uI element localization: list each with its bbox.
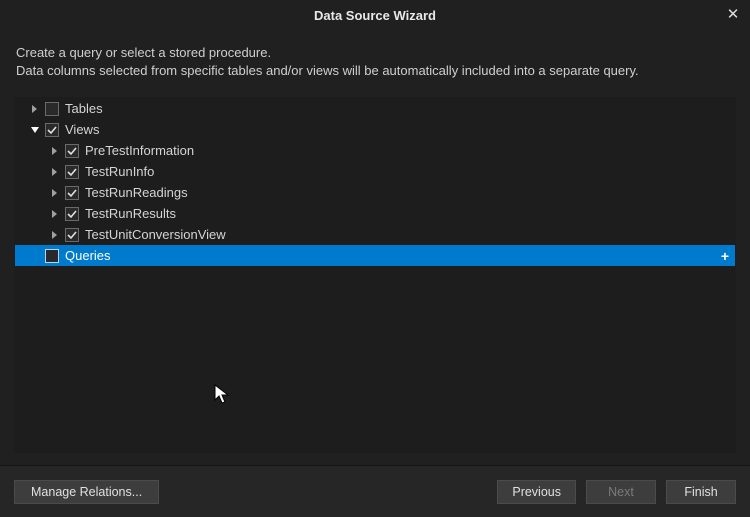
chevron-right-icon[interactable] bbox=[49, 187, 61, 199]
checkbox-queries[interactable] bbox=[45, 249, 59, 263]
chevron-right-icon[interactable] bbox=[49, 208, 61, 220]
checkbox-view[interactable] bbox=[65, 165, 79, 179]
tree-label: TestRunResults bbox=[83, 206, 176, 221]
checkbox-view[interactable] bbox=[65, 186, 79, 200]
object-tree[interactable]: Tables Views PreTestInformation TestRunI… bbox=[14, 97, 736, 453]
footer: Manage Relations... Previous Next Finish bbox=[0, 465, 750, 517]
chevron-right-icon[interactable] bbox=[49, 229, 61, 241]
wizard-description: Create a query or select a stored proced… bbox=[0, 30, 750, 83]
tree-node-views[interactable]: Views bbox=[15, 119, 735, 140]
tree-label: TestRunInfo bbox=[83, 164, 154, 179]
chevron-down-icon[interactable] bbox=[29, 124, 41, 136]
next-button: Next bbox=[586, 480, 656, 504]
description-line-1: Create a query or select a stored proced… bbox=[16, 44, 734, 62]
finish-button[interactable]: Finish bbox=[666, 480, 736, 504]
chevron-right-icon[interactable] bbox=[49, 145, 61, 157]
tree-label: Views bbox=[63, 122, 99, 137]
checkbox-view[interactable] bbox=[65, 207, 79, 221]
tree-label: Queries bbox=[63, 248, 111, 263]
chevron-right-icon[interactable] bbox=[49, 166, 61, 178]
tree-node-view[interactable]: TestRunResults bbox=[15, 203, 735, 224]
checkbox-view[interactable] bbox=[65, 144, 79, 158]
tree-node-view[interactable]: TestRunInfo bbox=[15, 161, 735, 182]
tree-node-queries[interactable]: Queries + bbox=[15, 245, 735, 266]
tree-label: TestUnitConversionView bbox=[83, 227, 226, 242]
tree-node-tables[interactable]: Tables bbox=[15, 98, 735, 119]
checkbox-tables[interactable] bbox=[45, 102, 59, 116]
tree-label: PreTestInformation bbox=[83, 143, 194, 158]
expander-placeholder bbox=[29, 250, 41, 262]
tree-node-view[interactable]: TestUnitConversionView bbox=[15, 224, 735, 245]
previous-button[interactable]: Previous bbox=[497, 480, 576, 504]
checkbox-views[interactable] bbox=[45, 123, 59, 137]
tree-label: Tables bbox=[63, 101, 103, 116]
tree-label: TestRunReadings bbox=[83, 185, 188, 200]
checkbox-view[interactable] bbox=[65, 228, 79, 242]
close-icon[interactable]: ✕ bbox=[724, 5, 742, 23]
description-line-2: Data columns selected from specific tabl… bbox=[16, 62, 734, 80]
chevron-right-icon[interactable] bbox=[29, 103, 41, 115]
window-title: Data Source Wizard bbox=[314, 8, 436, 23]
titlebar: Data Source Wizard ✕ bbox=[0, 0, 750, 30]
tree-node-view[interactable]: PreTestInformation bbox=[15, 140, 735, 161]
manage-relations-button[interactable]: Manage Relations... bbox=[14, 480, 159, 504]
tree-node-view[interactable]: TestRunReadings bbox=[15, 182, 735, 203]
add-query-icon[interactable]: + bbox=[721, 249, 729, 263]
